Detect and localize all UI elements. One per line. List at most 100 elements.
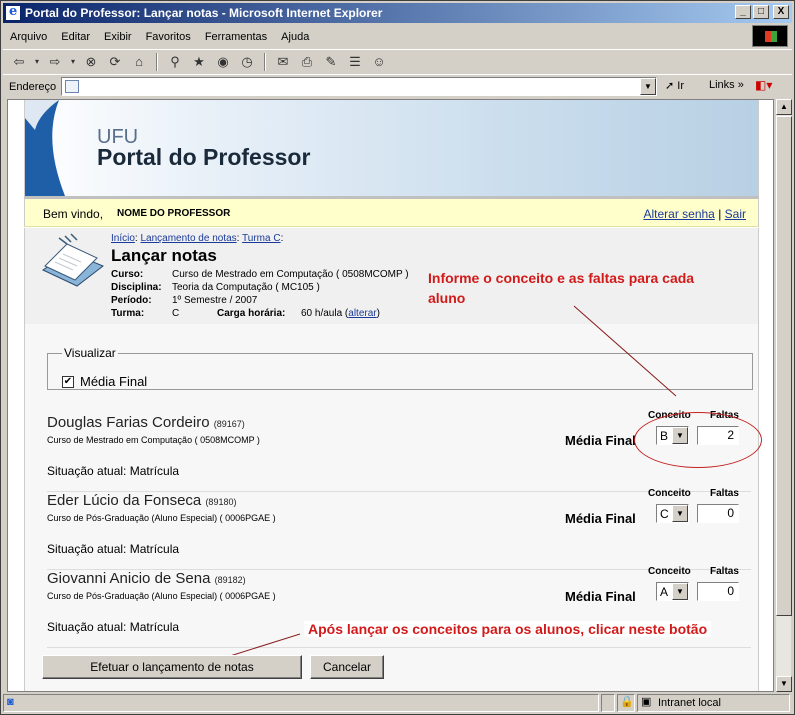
close-button[interactable]: X [773,5,789,19]
forward-icon[interactable]: ⇨ [45,53,65,71]
page-icon [65,80,79,93]
menu-exibir[interactable]: Exibir [97,31,139,43]
breadcrumb-class[interactable]: Turma C [242,233,281,244]
periodo-label: Período: [111,295,152,306]
back-icon[interactable]: ⇦ [9,53,29,71]
turma-value: C [172,308,180,319]
curso-value: Curso de Mestrado em Computação ( 0508MC… [172,269,409,280]
conceito-select[interactable]: A ▼ [656,582,689,601]
welcome-greeting: Bem vindo, [43,207,104,221]
annotation-top: Informe o conceito e as faltas para cada… [428,270,695,306]
media-icon[interactable]: ◉ [213,53,233,71]
faltas-input[interactable]: 0 [697,504,739,523]
faltas-header: Faltas [710,566,739,577]
conceito-header: Conceito [648,488,691,499]
address-bar: Endereço ▼ ➚ Ir Links » ◧▾ [3,74,792,98]
scroll-down-icon[interactable]: ▼ [776,676,792,692]
extension-icon[interactable]: ◧▾ [755,78,785,96]
dropdown-arrow-icon[interactable]: ▾ [33,53,41,71]
carga-label: Carga horária: [217,308,286,319]
menu-arquivo[interactable]: Arquivo [3,31,54,43]
media-final-label: Média Final [80,374,148,389]
intranet-icon: ▣ [641,696,652,708]
select-arrow-icon[interactable]: ▼ [672,505,688,522]
logout-link[interactable]: Sair [725,207,746,221]
student-row: Eder Lúcio da Fonseca (89180) Curso de P… [47,488,751,570]
conceito-value: C [660,507,669,521]
scroll-thumb[interactable] [776,116,792,616]
window-title: Portal do Professor: Lançar notas - Micr… [25,6,383,20]
welcome-bar: Bem vindo, NOME DO PROFESSOR Alterar sen… [24,196,759,227]
visualizar-legend: Visualizar [64,346,116,360]
cancel-button[interactable]: Cancelar [310,655,384,679]
notebook-icon [42,233,104,287]
carga-close: ) [376,308,380,319]
toolbar-separator [156,52,158,71]
status-zone: ▣ Intranet local [637,694,790,712]
student-name-text: Douglas Farias Cordeiro [47,414,210,431]
portal-title: Portal do Professor [97,144,311,170]
change-password-link[interactable]: Alterar senha [643,207,714,221]
student-course: Curso de Mestrado em Computação ( 0508MC… [47,435,260,445]
messenger-icon[interactable]: ☺ [369,53,389,71]
link-separator: | [718,207,722,221]
student-name: Eder Lúcio da Fonseca (89180) [47,492,236,509]
media-final-label: Média Final [565,511,636,526]
periodo-value: 1º Semestre / 2007 [172,295,258,306]
address-dropdown-icon[interactable]: ▼ [640,78,656,95]
professor-name: NOME DO PROFESSOR [117,208,231,219]
history-icon[interactable]: ◷ [237,53,257,71]
maximize-button[interactable]: □ [753,5,769,19]
search-icon[interactable]: ⚲ [165,53,185,71]
scroll-up-icon[interactable]: ▲ [776,99,792,115]
media-final-label: Média Final [565,433,636,448]
carga-hours: 60 h/aula ( [301,308,349,319]
disciplina-label: Disciplina: [111,282,162,293]
submit-grades-button[interactable]: Efetuar o lançamento de notas [42,655,302,679]
refresh-icon[interactable]: ⟳ [105,53,125,71]
breadcrumb: Início: Lançamento de notas: Turma C: [111,233,283,244]
home-icon[interactable]: ⌂ [129,53,149,71]
status-bar: ◙ 🔒 ▣ Intranet local [3,693,792,713]
student-id: (89180) [205,497,237,507]
disciplina-value: Teoria da Computação ( MC105 ) [172,282,320,293]
conceito-select[interactable]: C ▼ [656,504,689,523]
menu-ajuda[interactable]: Ajuda [274,31,316,43]
media-final-checkbox[interactable]: ✔ [62,376,74,388]
browser-window: Portal do Professor: Lançar notas - Micr… [0,0,795,715]
print-icon[interactable]: ⎙ [297,53,317,71]
alterar-link[interactable]: alterar [348,308,376,319]
menu-bar: Arquivo Editar Exibir Favoritos Ferramen… [3,25,792,49]
breadcrumb-home[interactable]: Início [111,233,135,244]
dropdown-arrow-icon[interactable]: ▾ [69,53,77,71]
page-title: Lançar notas [111,246,217,265]
portal-banner: UFU Portal do Professor [24,100,759,196]
favorites-icon[interactable]: ★ [189,53,209,71]
ie-status-icon: ◙ [7,696,14,708]
student-situation: Situação atual: Matrícula [47,542,180,556]
status-lock: 🔒 [617,694,635,712]
menu-favoritos[interactable]: Favoritos [139,31,198,43]
annotation-bottom: Após lançar os conceitos para os alunos,… [304,621,712,637]
breadcrumb-launch[interactable]: Lançamento de notas [140,233,236,244]
go-button[interactable]: ➚ Ir [665,79,684,92]
student-course: Curso de Pós-Graduação (Aluno Especial) … [47,591,276,601]
zone-label: Intranet local [658,697,721,709]
links-button[interactable]: Links » [709,79,744,91]
address-label: Endereço [9,80,57,93]
stop-icon[interactable]: ⊗ [81,53,101,71]
turma-label: Turma: [111,308,145,319]
menu-ferramentas[interactable]: Ferramentas [198,31,274,43]
discuss-icon[interactable]: ☰ [345,53,365,71]
menu-editar[interactable]: Editar [54,31,97,43]
address-input[interactable]: ▼ [61,77,657,96]
vertical-scrollbar[interactable]: ▲ ▼ [775,99,792,692]
select-arrow-icon[interactable]: ▼ [672,583,688,600]
faltas-input[interactable]: 0 [697,582,739,601]
edit-icon[interactable]: ✎ [321,53,341,71]
page-curl-decoration [25,100,65,196]
carga-value: 60 h/aula (alterar) [301,307,380,320]
minimize-button[interactable]: _ [735,5,751,19]
mail-icon[interactable]: ✉ [273,53,293,71]
breadcrumb-sep: : [280,233,284,244]
